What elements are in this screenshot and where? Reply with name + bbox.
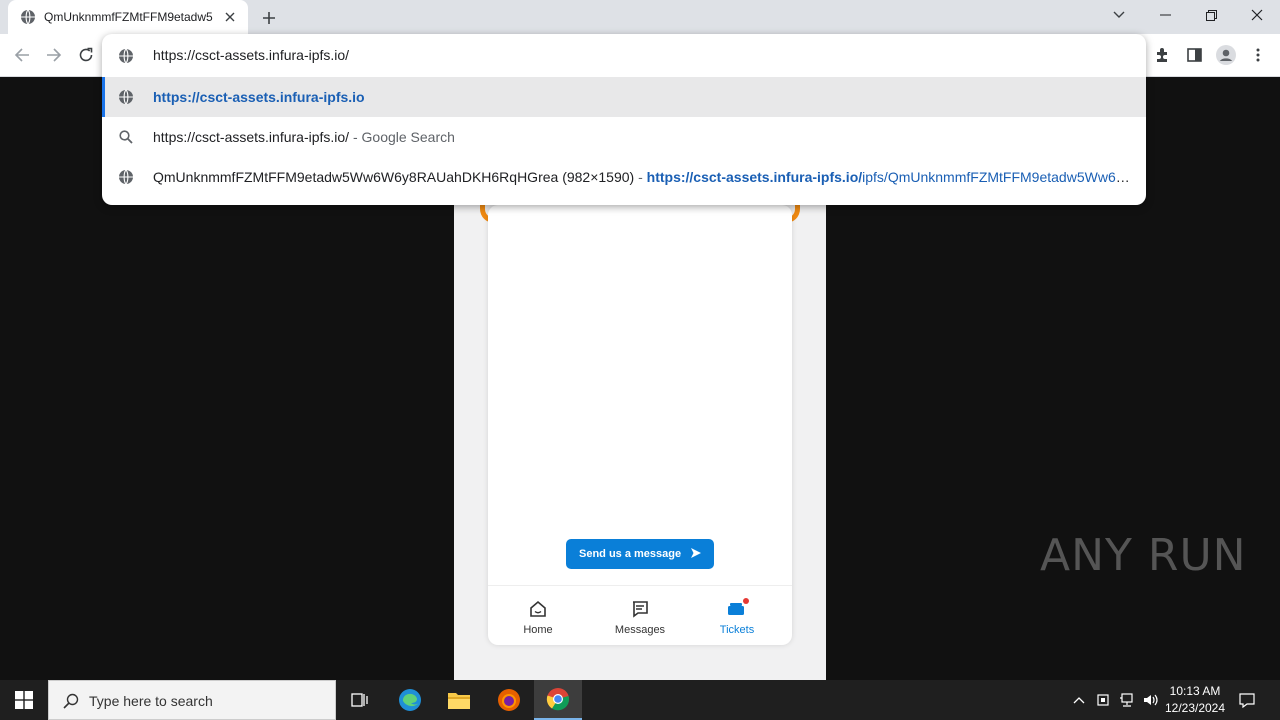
clock-time: 10:13 AM <box>1169 684 1221 698</box>
tab-strip: QmUnknmmfFZMtFFM9etadw5 <box>0 0 1280 34</box>
nav-label-home: Home <box>523 624 553 636</box>
windows-taskbar: Type here to search 10:13 AM 12/23/2024 <box>0 680 1280 720</box>
browser-tab[interactable]: QmUnknmmfFZMtFFM9etadw5 <box>8 0 248 34</box>
message-icon <box>633 601 648 618</box>
nav-item-tickets[interactable]: Tickets <box>687 586 787 646</box>
search-icon <box>63 693 79 709</box>
windows-logo-icon <box>15 691 33 709</box>
extensions-icon[interactable] <box>1147 40 1177 70</box>
home-icon <box>530 600 546 617</box>
notification-dot <box>743 598 749 604</box>
anyrun-watermark: ANY RUN <box>1040 530 1247 581</box>
taskbar-search-box[interactable]: Type here to search <box>48 680 336 720</box>
file-explorer-icon[interactable] <box>435 680 483 720</box>
suggestion-separator: - <box>634 169 647 185</box>
send-message-label: Send us a message <box>579 548 682 560</box>
nav-label-tickets: Tickets <box>719 624 755 636</box>
globe-icon <box>119 48 133 64</box>
suggestion-item[interactable]: https://csct-assets.infura-ipfs.io/ - Go… <box>102 117 1146 157</box>
suggestion-url: https://csct-assets.infura-ipfs.io/ <box>646 169 863 185</box>
profile-avatar-icon[interactable] <box>1211 40 1241 70</box>
tab-search-chevron-icon[interactable] <box>1096 0 1142 30</box>
suggestion-query: https://csct-assets.infura-ipfs.io/ <box>153 129 350 145</box>
side-panel-icon[interactable] <box>1179 40 1209 70</box>
support-widget-mockup: Send us a message Home Messages Tickets <box>488 205 792 645</box>
close-tab-icon[interactable] <box>222 9 238 25</box>
globe-icon <box>119 169 133 185</box>
volume-icon[interactable] <box>1140 680 1162 720</box>
forward-button[interactable] <box>39 40 69 70</box>
suggestion-title: QmUnknmmfFZMtFFM9etadw5Ww6W6y8RAUahDKH6R… <box>153 169 635 185</box>
bottom-nav: Home Messages Tickets <box>488 585 792 645</box>
tray-overflow-chevron-icon[interactable] <box>1068 680 1090 720</box>
address-bar[interactable]: https://csct-assets.infura-ipfs.io/ <box>102 34 1146 77</box>
network-icon[interactable] <box>1115 680 1139 720</box>
nav-label-messages: Messages <box>614 624 666 636</box>
clock-date: 12/23/2024 <box>1164 701 1226 715</box>
send-arrow-icon <box>691 548 701 558</box>
ticket-icon <box>728 603 744 615</box>
new-tab-button[interactable] <box>258 7 280 29</box>
suggestion-item[interactable]: QmUnknmmfFZMtFFM9etadw5Ww6W6y8RAUahDKH6R… <box>102 157 1146 197</box>
close-window-button[interactable] <box>1234 0 1280 30</box>
system-clock[interactable]: 10:13 AM 12/23/2024 <box>1160 683 1230 717</box>
suggestion-suffix: - Google Search <box>349 129 455 145</box>
globe-icon <box>21 9 35 25</box>
device-tray-icon[interactable] <box>1092 680 1114 720</box>
suggestion-item[interactable]: https://csct-assets.infura-ipfs.io <box>102 77 1146 117</box>
edge-browser-icon[interactable] <box>386 680 434 720</box>
nav-item-home[interactable]: Home <box>488 586 588 646</box>
task-view-icon[interactable] <box>336 680 384 720</box>
omnibox-dropdown: https://csct-assets.infura-ipfs.io/ http… <box>102 34 1146 205</box>
taskbar-search-placeholder: Type here to search <box>89 693 213 709</box>
globe-icon <box>119 89 133 105</box>
minimize-button[interactable] <box>1142 0 1188 30</box>
menu-kebab-icon[interactable] <box>1243 40 1273 70</box>
suggestion-url: https://csct-assets.infura-ipfs.io <box>153 89 365 105</box>
firefox-icon[interactable] <box>485 680 533 720</box>
chrome-icon[interactable] <box>534 680 582 720</box>
nav-item-messages[interactable]: Messages <box>590 586 690 646</box>
send-message-button[interactable]: Send us a message <box>566 539 714 569</box>
restore-button[interactable] <box>1188 0 1234 30</box>
notification-center-icon[interactable] <box>1234 680 1260 720</box>
watermark-text: ANY RUN <box>1040 530 1247 581</box>
address-input-text[interactable]: https://csct-assets.infura-ipfs.io/ <box>153 47 349 63</box>
reload-button[interactable] <box>71 40 101 70</box>
back-button[interactable] <box>7 40 37 70</box>
suggestion-url-path: ipfs/QmUnknmmfFZMtFFM9etadw5Ww6W... <box>862 169 1133 185</box>
search-icon <box>119 130 133 144</box>
windows-start-button[interactable] <box>0 680 48 720</box>
tab-title: QmUnknmmfFZMtFFM9etadw5 <box>44 10 213 24</box>
